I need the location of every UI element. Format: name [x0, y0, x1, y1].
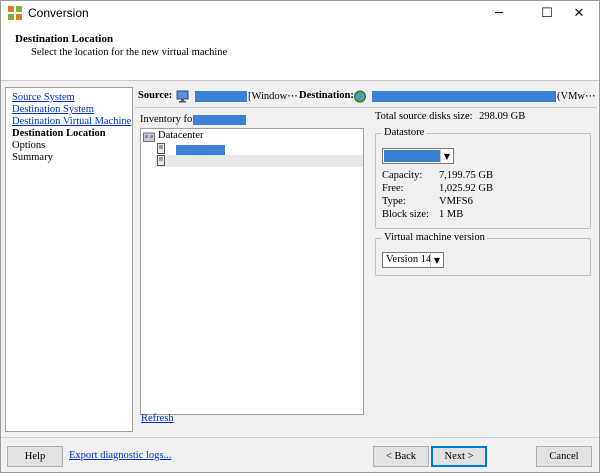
chevron-down-icon[interactable]: ▼ — [430, 253, 443, 267]
back-button-label: Back — [394, 451, 417, 462]
export-diagnostic-logs-link[interactable]: Export diagnostic logs... — [69, 450, 171, 461]
total-disk-value: 298.09 GB — [479, 111, 526, 122]
help-button[interactable]: Help — [7, 446, 63, 467]
cancel-button-label: Cancel — [549, 451, 579, 462]
page-subtitle: Select the location for the new virtual … — [31, 47, 228, 58]
host-server-icon — [157, 155, 165, 166]
footer-divider — [1, 437, 599, 438]
vm-version-group: Virtual machine version Version 14 ▼ — [375, 232, 591, 276]
inventory-tree[interactable]: Datacenter — [140, 128, 364, 415]
conversion-app-icon — [8, 6, 22, 20]
vm-version-legend: Virtual machine version — [382, 232, 487, 243]
datastore-selected-redacted — [384, 150, 440, 162]
page-title: Destination Location — [15, 33, 114, 45]
block-size-label: Block size: — [382, 209, 429, 220]
title-bar[interactable]: Conversion ─ ☐ ✕ — [1, 1, 599, 25]
chevron-down-icon[interactable]: ▼ — [440, 149, 453, 163]
close-icon: ✕ — [573, 5, 585, 21]
total-disk-size: Total source disks size: 298.09 GB — [375, 111, 525, 122]
sidebar-item-options: Options — [12, 140, 46, 151]
top-divider — [135, 107, 597, 108]
sidebar-item-source-system[interactable]: Source System — [12, 92, 75, 103]
computer-icon — [176, 90, 189, 103]
datastore-dropdown[interactable]: ▼ — [382, 148, 454, 164]
tree-label-datacenter: Datacenter — [158, 130, 204, 141]
help-button-label: Help — [24, 451, 46, 462]
vcenter-server-icon — [354, 90, 366, 103]
minimize-button[interactable]: ─ — [479, 1, 519, 25]
vm-version-dropdown[interactable]: Version 14 ▼ — [382, 252, 444, 268]
type-label: Type: — [382, 196, 406, 207]
destination-name-redacted — [372, 91, 556, 102]
window-title: Conversion — [28, 6, 89, 20]
back-button[interactable]: < Back — [373, 446, 429, 467]
sidebar-item-destination-location: Destination Location — [12, 128, 106, 139]
main-panel: Source: [Window⋯ Destination: (VMw⋯ Inve… — [135, 87, 597, 432]
datacenter-icon — [143, 132, 155, 142]
conversion-window: Conversion ─ ☐ ✕ Destination Location Se… — [0, 0, 600, 473]
source-name-redacted — [195, 91, 247, 102]
destination-label: Destination: — [299, 90, 354, 101]
destination-suffix: (VMw⋯ — [557, 91, 596, 102]
vm-version-selected: Version 14 — [386, 254, 432, 265]
host-server-icon — [157, 143, 165, 154]
source-label: Source: — [138, 90, 173, 101]
wizard-steps-sidebar: Source System Destination System Destina… — [5, 87, 133, 432]
next-chevron-icon: > — [464, 451, 474, 462]
close-button[interactable]: ✕ — [559, 1, 599, 25]
minimize-icon: ─ — [495, 5, 503, 21]
sidebar-item-destination-virtual-machine[interactable]: Destination Virtual Machine — [12, 116, 131, 127]
total-disk-label: Total source disks size: — [375, 111, 473, 122]
refresh-link[interactable]: Refresh — [141, 413, 174, 424]
back-chevron-icon: < — [385, 451, 395, 462]
free-label: Free: — [382, 183, 404, 194]
next-button[interactable]: Next > — [431, 446, 487, 467]
source-suffix: [Window⋯ — [248, 91, 298, 102]
next-button-label: Next — [444, 451, 465, 462]
datastore-group: Datastore ▼ Capacity: 7,199.75 GB Free: … — [375, 127, 591, 229]
capacity-value: 7,199.75 GB — [439, 170, 493, 181]
block-size-value: 1 MB — [439, 209, 464, 220]
maximize-icon: ☐ — [541, 5, 553, 21]
wizard-header: Destination Location Select the location… — [1, 25, 599, 81]
capacity-label: Capacity: — [382, 170, 423, 181]
source-destination-bar: Source: [Window⋯ Destination: (VMw⋯ — [138, 89, 596, 105]
sidebar-item-summary: Summary — [12, 152, 53, 163]
inventory-target-redacted — [193, 115, 246, 125]
type-value: VMFS6 — [439, 196, 473, 207]
datastore-legend: Datastore — [382, 127, 427, 138]
free-value: 1,025.92 GB — [439, 183, 493, 194]
inventory-label: Inventory for: — [140, 114, 199, 125]
tree-node-host-2-selected[interactable] — [155, 155, 363, 167]
sidebar-item-destination-system[interactable]: Destination System — [12, 104, 94, 115]
cancel-button[interactable]: Cancel — [536, 446, 592, 467]
